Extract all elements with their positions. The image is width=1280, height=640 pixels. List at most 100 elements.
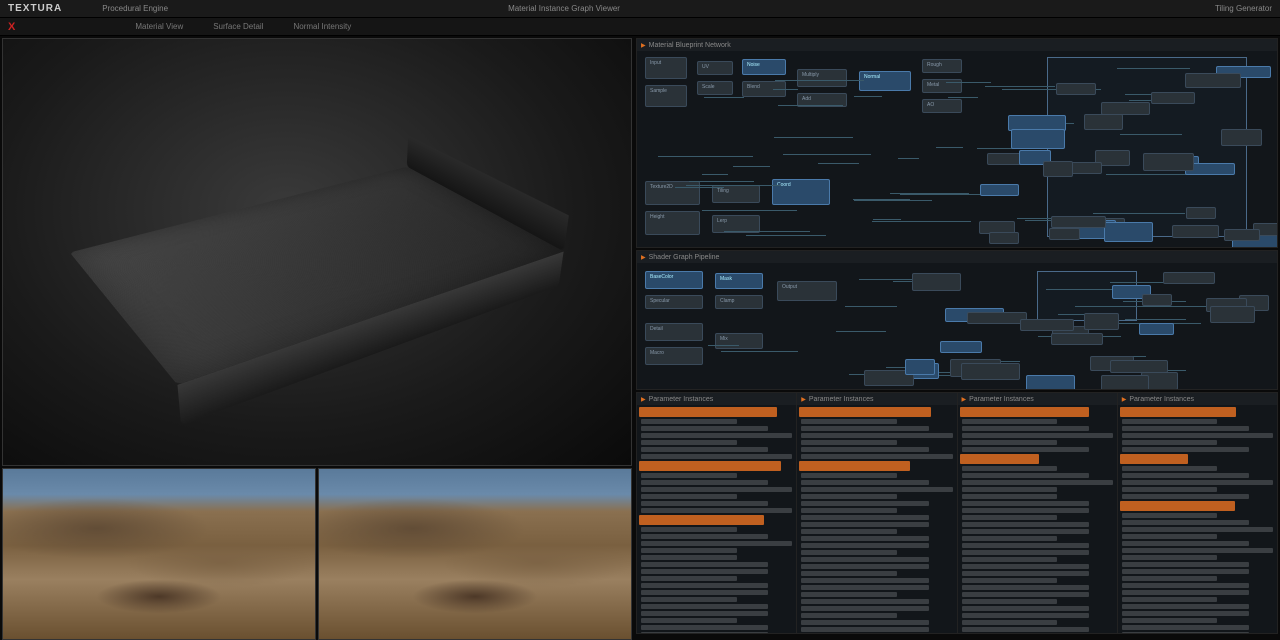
param-row[interactable] xyxy=(962,599,1058,604)
param-row[interactable] xyxy=(962,578,1058,583)
graph-node[interactable] xyxy=(1084,114,1124,130)
graph-node[interactable] xyxy=(989,232,1019,245)
graph-node[interactable]: Detail xyxy=(645,323,703,341)
menu-material-graph[interactable]: Material Instance Graph Viewer xyxy=(508,4,620,13)
param-row[interactable] xyxy=(641,426,768,431)
graph-node[interactable] xyxy=(1049,228,1081,240)
param-row[interactable] xyxy=(962,522,1089,527)
param-row[interactable] xyxy=(1122,433,1273,438)
param-row[interactable] xyxy=(801,440,897,445)
param-col-header[interactable]: ▶Parameter Instances xyxy=(637,393,796,405)
blueprint-graph[interactable]: InputSampleUVScaleNoiseBlendMultiplyAddN… xyxy=(637,51,1277,247)
graph-node[interactable]: Noise xyxy=(742,59,786,75)
param-row[interactable] xyxy=(1122,625,1249,630)
param-row[interactable] xyxy=(962,480,1113,485)
graph-node[interactable]: Macro xyxy=(645,347,703,365)
param-row[interactable] xyxy=(641,548,737,553)
param-row[interactable] xyxy=(1122,548,1273,553)
param-row[interactable] xyxy=(1122,597,1218,602)
graph-node[interactable] xyxy=(1163,272,1215,284)
graph-node[interactable] xyxy=(967,312,1027,325)
param-row[interactable] xyxy=(641,473,737,478)
graph-node[interactable]: Height xyxy=(645,211,700,235)
param-col-3[interactable]: ▶Parameter Instances xyxy=(958,393,1118,633)
param-row[interactable] xyxy=(641,527,737,532)
param-row[interactable] xyxy=(801,550,897,555)
graph-node[interactable] xyxy=(1185,73,1240,87)
graph-node[interactable] xyxy=(1172,225,1219,238)
param-col-header[interactable]: ▶Parameter Instances xyxy=(1118,393,1277,405)
param-row[interactable] xyxy=(801,564,928,569)
graph-node[interactable]: BaseColor xyxy=(645,271,703,289)
param-col-1[interactable]: ▶Parameter Instances xyxy=(637,393,797,633)
param-row[interactable] xyxy=(962,426,1089,431)
graph-node[interactable]: Rough xyxy=(922,59,962,73)
param-row[interactable] xyxy=(1122,473,1249,478)
graph-node[interactable] xyxy=(1151,92,1195,104)
param-col-4[interactable]: ▶Parameter Instances xyxy=(1118,393,1277,633)
param-row[interactable] xyxy=(641,604,768,609)
param-row[interactable] xyxy=(962,606,1089,611)
graph-node[interactable] xyxy=(905,359,935,374)
shader-graph[interactable]: BaseColorSpecularMaskClampOutputDetailMa… xyxy=(637,263,1277,389)
param-row[interactable] xyxy=(962,515,1058,520)
terrain-thumb-2[interactable] xyxy=(318,468,632,640)
param-row[interactable] xyxy=(641,508,792,513)
graph-node[interactable] xyxy=(1142,294,1172,306)
param-row[interactable] xyxy=(962,543,1089,548)
param-row[interactable] xyxy=(801,613,897,618)
param-row[interactable] xyxy=(641,419,737,424)
graph-node[interactable]: Mask xyxy=(715,273,763,289)
menu-tiling[interactable]: Tiling Generator xyxy=(1215,4,1272,13)
graph-node[interactable] xyxy=(1110,360,1168,373)
param-row[interactable] xyxy=(641,454,792,459)
param-row[interactable] xyxy=(962,419,1058,424)
param-row[interactable] xyxy=(962,613,1089,618)
param-row[interactable] xyxy=(801,585,928,590)
param-row[interactable] xyxy=(962,440,1058,445)
category-header[interactable] xyxy=(960,454,1040,464)
graph-node[interactable]: Clamp xyxy=(715,295,763,309)
param-row[interactable] xyxy=(1122,487,1218,492)
param-row[interactable] xyxy=(641,433,792,438)
param-row[interactable] xyxy=(962,466,1058,471)
param-row[interactable] xyxy=(1122,583,1249,588)
param-row[interactable] xyxy=(801,543,928,548)
graph-node[interactable] xyxy=(1084,313,1119,330)
param-row[interactable] xyxy=(1122,527,1273,532)
param-row[interactable] xyxy=(1122,569,1249,574)
blueprint-panel-header[interactable]: ▶ Material Blueprint Network xyxy=(637,39,1277,51)
param-row[interactable] xyxy=(962,571,1089,576)
param-row[interactable] xyxy=(801,487,952,492)
param-col-header[interactable]: ▶Parameter Instances xyxy=(958,393,1117,405)
shader-panel-header[interactable]: ▶ Shader Graph Pipeline xyxy=(637,251,1277,263)
param-row[interactable] xyxy=(641,597,737,602)
param-row[interactable] xyxy=(962,592,1089,597)
param-row[interactable] xyxy=(962,447,1089,452)
graph-node[interactable]: Multiply xyxy=(797,69,847,87)
graph-node[interactable] xyxy=(1043,161,1073,177)
param-row[interactable] xyxy=(1122,576,1218,581)
graph-node[interactable]: Mix xyxy=(715,333,763,349)
graph-node[interactable] xyxy=(1221,129,1262,146)
param-row[interactable] xyxy=(801,620,928,625)
param-row[interactable] xyxy=(641,555,737,560)
graph-node[interactable] xyxy=(1020,319,1075,331)
param-row[interactable] xyxy=(641,447,768,452)
graph-node[interactable] xyxy=(940,341,982,353)
param-row[interactable] xyxy=(1122,419,1218,424)
param-row[interactable] xyxy=(1122,447,1249,452)
param-row[interactable] xyxy=(801,494,897,499)
param-row[interactable] xyxy=(962,494,1058,499)
param-row[interactable] xyxy=(962,557,1058,562)
category-header[interactable] xyxy=(639,461,781,471)
category-header[interactable] xyxy=(1120,501,1235,511)
graph-node[interactable] xyxy=(1008,115,1066,131)
graph-node[interactable]: Coord xyxy=(772,179,830,205)
param-row[interactable] xyxy=(962,536,1058,541)
param-row[interactable] xyxy=(641,562,768,567)
param-row[interactable] xyxy=(962,473,1089,478)
param-row[interactable] xyxy=(801,426,928,431)
graph-node[interactable] xyxy=(1011,129,1065,148)
param-col-header[interactable]: ▶Parameter Instances xyxy=(797,393,956,405)
